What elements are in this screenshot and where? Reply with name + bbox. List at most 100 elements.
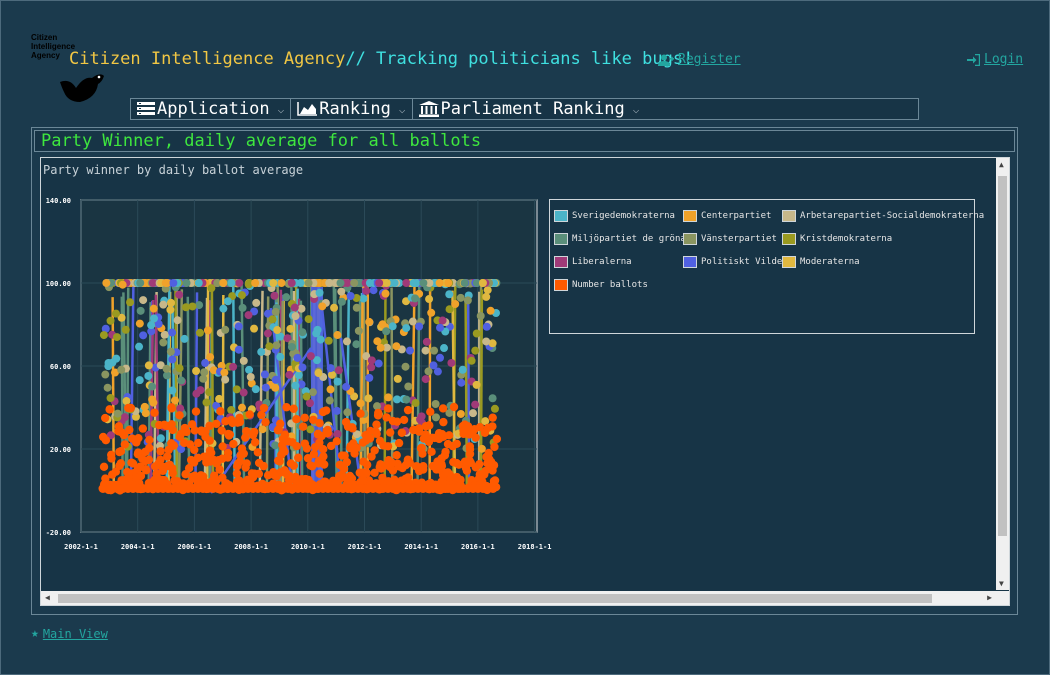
- data-point: [402, 279, 411, 287]
- x-tick-label: 2004-1-1: [121, 543, 155, 551]
- menu-application[interactable]: Application ⌵: [131, 99, 292, 119]
- data-point: [490, 404, 499, 413]
- vertical-scrollbar[interactable]: ▲ ▼: [996, 158, 1009, 590]
- horizontal-scroll-thumb[interactable]: [58, 594, 932, 603]
- data-point: [239, 388, 248, 397]
- data-point: [345, 471, 355, 481]
- data-point: [286, 324, 295, 333]
- data-point: [239, 356, 248, 365]
- data-point: [282, 403, 291, 412]
- scroll-up-icon[interactable]: ▲: [999, 160, 1004, 169]
- y-tick-label: 140.00: [46, 197, 71, 205]
- data-point: [244, 311, 253, 320]
- legend-label: Number ballots: [572, 280, 648, 290]
- data-point: [150, 314, 159, 323]
- data-point: [195, 301, 204, 310]
- data-point: [214, 455, 223, 465]
- menu-ranking[interactable]: Ranking ⌵: [291, 99, 413, 119]
- data-point: [188, 302, 197, 311]
- data-point: [342, 337, 351, 346]
- data-point: [436, 353, 445, 362]
- horizontal-scrollbar[interactable]: ◀ ▶: [41, 591, 996, 605]
- data-point: [141, 464, 150, 474]
- data-point: [245, 365, 254, 374]
- legend-item[interactable]: Miljöpartiet de gröna: [554, 233, 686, 245]
- data-point: [106, 394, 115, 403]
- data-point: [221, 325, 230, 334]
- data-point: [144, 371, 153, 380]
- data-point: [194, 279, 203, 287]
- data-point: [376, 343, 385, 352]
- data-point: [271, 383, 280, 392]
- data-point: [133, 465, 142, 474]
- legend-item[interactable]: Arbetarepartiet-Socialdemokraterna: [782, 210, 984, 222]
- data-point: [298, 422, 308, 431]
- x-tick-label: 2006-1-1: [178, 543, 212, 551]
- data-point: [465, 442, 475, 451]
- data-point: [221, 375, 230, 384]
- data-point: [425, 295, 434, 304]
- data-point: [383, 404, 393, 413]
- scroll-down-icon[interactable]: ▼: [999, 579, 1004, 588]
- data-point: [456, 409, 465, 418]
- data-point: [238, 291, 247, 300]
- series-line: [416, 284, 421, 491]
- data-point: [287, 279, 296, 287]
- data-point: [358, 475, 367, 485]
- data-point: [229, 439, 238, 449]
- legend-item[interactable]: Vänsterpartiet: [683, 233, 777, 245]
- data-point: [443, 439, 453, 449]
- data-point: [163, 421, 172, 431]
- data-point: [436, 459, 445, 469]
- data-point: [463, 296, 472, 305]
- legend-item[interactable]: Liberalerna: [554, 256, 632, 268]
- data-point: [315, 469, 324, 478]
- data-point: [488, 484, 498, 493]
- login-link[interactable]: Login: [967, 52, 1023, 67]
- data-point: [390, 279, 399, 287]
- data-point: [430, 346, 439, 355]
- vertical-scroll-thumb[interactable]: [998, 176, 1007, 536]
- legend-item[interactable]: Politiskt Vilde: [683, 256, 782, 268]
- data-point: [297, 304, 306, 313]
- data-point: [428, 461, 438, 471]
- data-point: [227, 279, 236, 287]
- legend-item[interactable]: Sverigedemokraterna: [554, 210, 675, 222]
- data-point: [106, 316, 115, 325]
- data-point: [218, 473, 227, 482]
- scroll-right-icon[interactable]: ▶: [987, 593, 992, 602]
- data-point: [300, 413, 309, 422]
- data-point: [440, 451, 450, 460]
- data-point: [471, 400, 480, 409]
- data-point: [268, 315, 277, 324]
- data-point: [196, 386, 205, 395]
- data-point: [135, 376, 144, 385]
- register-link[interactable]: Register: [658, 52, 741, 67]
- data-point: [192, 367, 201, 376]
- data-point: [312, 329, 321, 338]
- chart-legend: Sverigedemokraterna Centerpartiet Arbetare…: [549, 199, 984, 334]
- data-point: [191, 407, 201, 416]
- data-point: [219, 279, 228, 287]
- legend-item[interactable]: Moderaterna: [782, 256, 860, 268]
- data-point: [167, 298, 176, 307]
- main-view-link[interactable]: ★ Main View: [31, 626, 108, 641]
- data-point: [283, 471, 292, 480]
- data-point: [261, 383, 270, 392]
- data-point: [454, 460, 464, 469]
- scroll-left-icon[interactable]: ◀: [45, 593, 50, 602]
- data-point: [180, 334, 189, 343]
- data-point: [182, 279, 191, 287]
- data-point: [359, 294, 368, 303]
- data-point: [289, 404, 298, 413]
- data-point: [271, 307, 280, 316]
- legend-item[interactable]: Number ballots: [554, 279, 648, 291]
- data-point: [121, 325, 130, 334]
- legend-item[interactable]: Centerpartiet: [683, 210, 771, 222]
- data-point: [346, 291, 355, 300]
- legend-item[interactable]: Kristdemokraterna: [782, 233, 892, 245]
- menu-parliament-ranking[interactable]: Parliament Ranking ⌵: [413, 99, 646, 119]
- data-point: [370, 446, 379, 455]
- data-point: [408, 317, 417, 326]
- data-point: [287, 342, 296, 351]
